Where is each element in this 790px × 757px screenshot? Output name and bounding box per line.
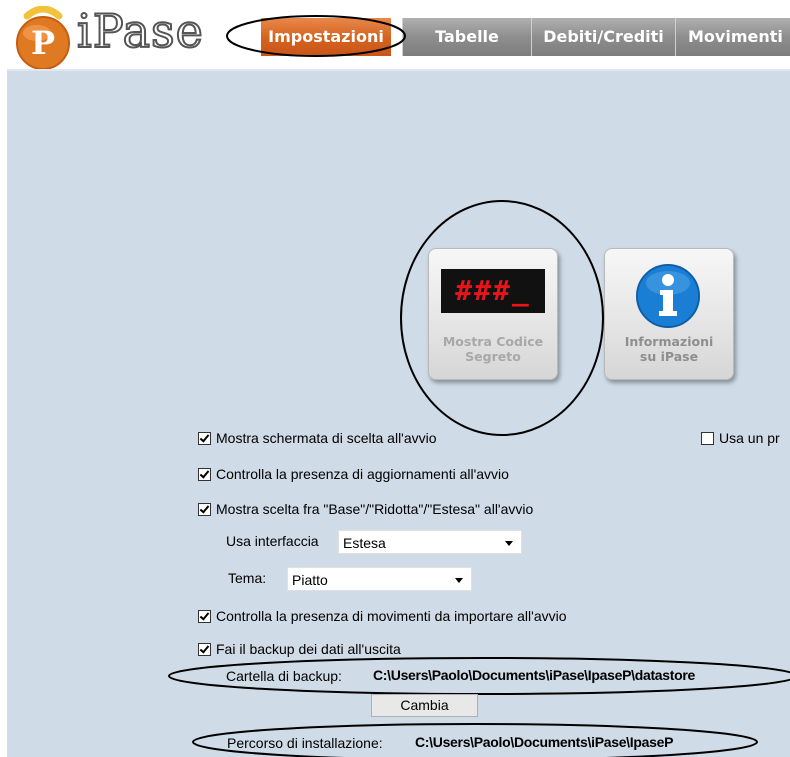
theme-label: Tema: <box>228 570 267 586</box>
interface-value: Estesa <box>343 535 386 551</box>
show-choice-screen-label: Mostra schermata di scelta all'avvio <box>216 430 437 446</box>
app-brand-name: iPase <box>76 3 204 59</box>
code-display-icon: ###_ <box>441 269 545 313</box>
chevron-down-icon <box>505 541 513 546</box>
use-other-checkbox[interactable] <box>701 431 714 445</box>
show-secret-code-button[interactable]: ###_ Mostra Codice Segreto <box>428 248 558 380</box>
settings-window: P iPase Impostazioni Tabelle Debiti/Cred… <box>7 0 790 757</box>
use-other-label: Usa un pr <box>719 430 780 446</box>
tab-movimenti[interactable]: Movimenti <box>675 18 790 56</box>
theme-dropdown[interactable]: Piatto <box>287 567 472 591</box>
option-show-choice-screen[interactable]: Mostra schermata di scelta all'avvio <box>198 428 437 448</box>
backup-on-exit-checkbox[interactable] <box>198 642 211 656</box>
backup-folder-label: Cartella di backup: <box>226 668 342 684</box>
option-use-other[interactable]: Usa un pr <box>701 428 780 448</box>
chevron-down-icon <box>455 578 463 583</box>
backup-folder-path: C:\Users\Paolo\Documents\iPase\IpaseP\da… <box>373 667 696 683</box>
tab-tabelle[interactable]: Tabelle <box>402 18 531 56</box>
info-ipase-label: Informazioni su iPase <box>605 334 733 364</box>
install-path-value: C:\Users\Paolo\Documents\iPase\IpaseP <box>415 734 674 750</box>
tab-impostazioni[interactable]: Impostazioni <box>261 18 391 56</box>
logo-letter: P <box>31 24 55 62</box>
info-ipase-button[interactable]: Informazioni su iPase <box>604 248 734 380</box>
tab-debiti-crediti[interactable]: Debiti/Crediti <box>531 18 675 56</box>
check-imports-checkbox[interactable] <box>198 609 211 623</box>
install-path-label: Percorso di installazione: <box>227 735 383 751</box>
option-backup-on-exit[interactable]: Fai il backup dei dati all'uscita <box>198 639 401 659</box>
show-secret-code-label: Mostra Codice Segreto <box>429 334 557 364</box>
interface-label: Usa interfaccia <box>226 533 319 549</box>
option-show-mode-choice[interactable]: Mostra scelta fra "Base"/"Ridotta"/"Este… <box>198 499 533 519</box>
check-updates-checkbox[interactable] <box>198 467 211 481</box>
info-ipase-label-line1: Informazioni <box>624 334 714 349</box>
show-mode-choice-checkbox[interactable] <box>198 502 211 516</box>
theme-value: Piatto <box>292 572 328 588</box>
show-secret-code-label-line1: Mostra Codice <box>442 334 544 349</box>
show-secret-code-label-line2: Segreto <box>465 349 521 364</box>
show-choice-screen-checkbox[interactable] <box>198 431 211 445</box>
app-header: P iPase Impostazioni Tabelle Debiti/Cred… <box>7 0 790 70</box>
check-imports-label: Controlla la presenza di movimenti da im… <box>216 608 567 624</box>
interface-dropdown[interactable]: Estesa <box>338 530 522 554</box>
show-mode-choice-label: Mostra scelta fra "Base"/"Ridotta"/"Este… <box>216 501 534 517</box>
option-check-updates[interactable]: Controlla la presenza di aggiornamenti a… <box>198 464 509 484</box>
info-icon <box>636 264 700 328</box>
ipase-logo-icon: P <box>16 6 70 70</box>
header-divider <box>7 69 790 71</box>
option-check-imports[interactable]: Controlla la presenza di movimenti da im… <box>198 606 567 626</box>
change-backup-folder-button[interactable]: Cambia <box>371 694 478 717</box>
check-updates-label: Controlla la presenza di aggiornamenti a… <box>216 466 509 482</box>
backup-on-exit-label: Fai il backup dei dati all'uscita <box>216 641 401 657</box>
info-ipase-label-line2: su iPase <box>639 349 699 364</box>
